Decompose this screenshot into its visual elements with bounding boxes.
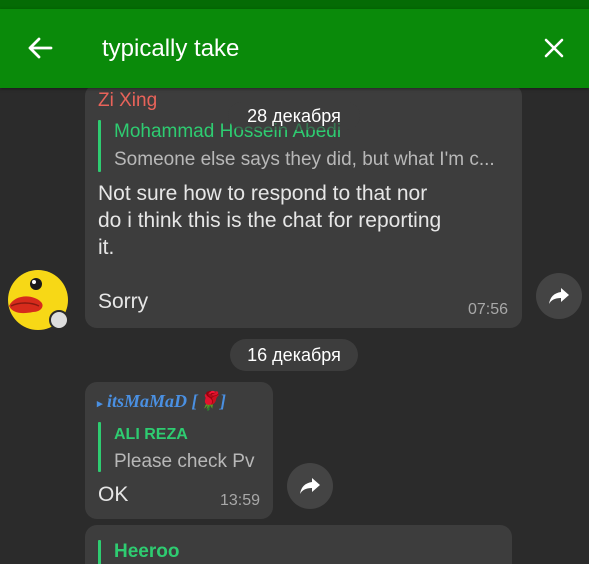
sender-name[interactable]: Zi Xing [98,90,157,112]
message-line: Not sure how to respond to that nor [98,182,428,205]
message-line: it. [98,236,115,259]
search-toolbar [0,9,589,88]
forward-button[interactable] [536,273,582,319]
reply-preview-text[interactable]: Please check Pv [114,451,264,473]
reply-accent-bar [98,422,101,472]
close-icon [544,38,564,58]
duck-avatar-icon [8,270,69,330]
message-time: 07:56 [468,301,509,318]
message-bubble[interactable]: Heeroo [85,525,512,564]
message-text: OK [98,483,129,506]
chat-area[interactable]: Zi Xing Mohammad Hossein Abedi Someone e… [0,88,589,564]
floating-date-pill: 28 декабря [228,102,360,130]
search-input[interactable] [102,34,482,64]
message-line: do i think this is the chat for reportin… [98,209,442,232]
reply-preview-text[interactable]: Someone else says they did, but what I'm… [114,149,514,171]
share-arrow-icon [300,478,320,494]
reply-sender-name[interactable]: Heeroo [114,541,179,563]
reply-accent-bar [98,120,101,172]
message-time: 13:59 [220,492,261,509]
message-line: Sorry [98,290,149,313]
avatar[interactable] [7,270,71,332]
back-button[interactable] [22,30,58,66]
sender-name-text: itsMaMaD [🌹] [107,391,226,411]
clear-search-button[interactable] [536,30,572,66]
status-bar [0,0,589,9]
date-separator: 16 декабря [230,339,358,371]
arrow-left-icon [28,37,53,59]
share-arrow-icon [549,288,569,304]
reply-accent-bar [98,540,101,564]
reply-sender-name[interactable]: ALI REZA [114,426,188,444]
forward-button[interactable] [287,463,333,509]
sender-name[interactable]: ▸ itsMaMaD [🌹] [97,391,226,412]
triangle-icon: ▸ [97,398,103,410]
message-bubble[interactable]: ▸ itsMaMaD [🌹] ALI REZA Please check Pv … [85,382,273,519]
